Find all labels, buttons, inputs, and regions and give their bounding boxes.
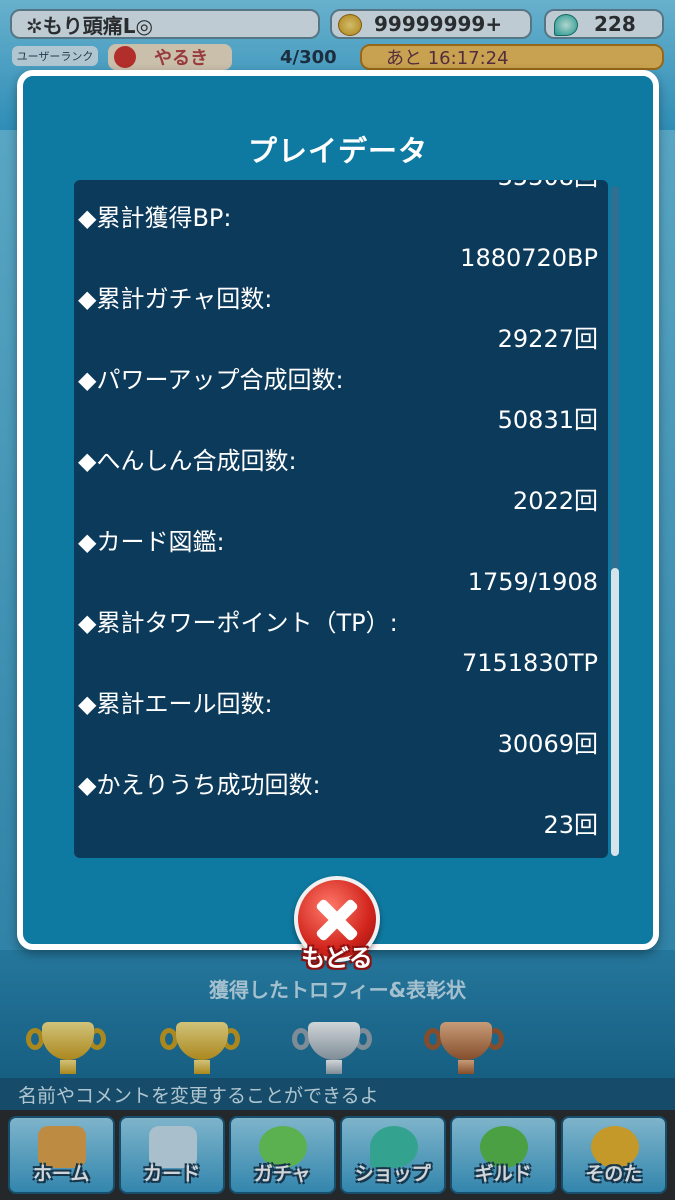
- stat-label: ◆累計ガチャ回数:: [78, 284, 273, 313]
- stat-label: ◆カード図鑑:: [78, 527, 225, 556]
- scrollbar-thumb[interactable]: [611, 568, 619, 856]
- stat-label: ◆パワーアップ合成回数:: [78, 365, 344, 394]
- stat-value: 1759/1908: [467, 568, 598, 596]
- play-data-dialog: プレイデータ 35308回 ◆累計獲得BP: 1880720BP ◆累計ガチャ回数: 2…: [17, 70, 659, 950]
- stat-value: 7151830TP: [461, 649, 598, 677]
- stat-value: 1880720BP: [460, 244, 598, 272]
- play-data-scroll-content: 35308回 ◆累計獲得BP: 1880720BP ◆累計ガチャ回数: 29227回 ◆パ…: [74, 180, 608, 846]
- play-data-list[interactable]: 35308回 ◆累計獲得BP: 1880720BP ◆累計ガチャ回数: 29227回 ◆パ…: [74, 180, 608, 858]
- scrollbar[interactable]: [611, 186, 619, 856]
- stat-value: 29227回: [497, 325, 598, 353]
- stat-label: ◆累計エール回数:: [78, 689, 273, 718]
- stat-label: ◆かえりうち成功回数:: [78, 770, 321, 799]
- stat-value: 35308回: [74, 180, 608, 198]
- back-button-label[interactable]: もどる: [262, 938, 412, 973]
- stat-label: ◆累計タワーポイント（TP）:: [78, 608, 398, 637]
- stat-label: ◆累計獲得BP:: [78, 203, 232, 232]
- stat-value: 50831回: [497, 406, 598, 434]
- stat-label: ◆へんしん合成回数:: [78, 446, 297, 475]
- stat-value: 2022回: [512, 487, 598, 515]
- stat-value: 30069回: [497, 730, 598, 758]
- stat-value: 23回: [543, 811, 598, 839]
- dialog-title: プレイデータ: [247, 134, 428, 168]
